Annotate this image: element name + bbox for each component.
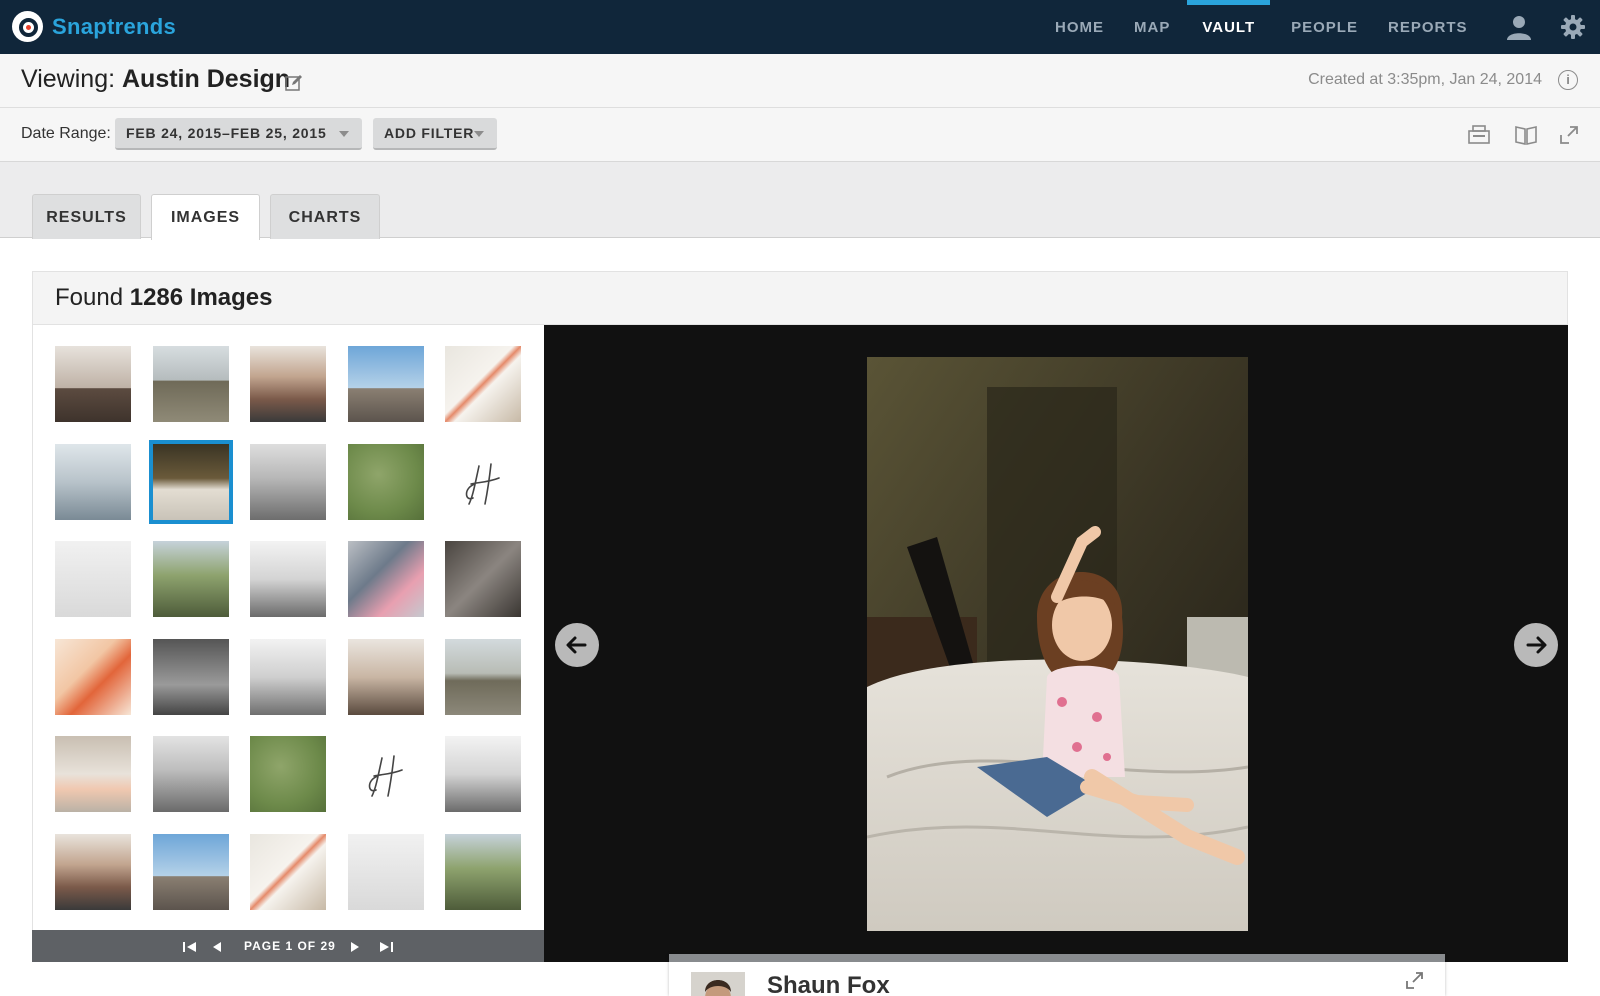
app-logo[interactable]: Snaptrends bbox=[12, 11, 176, 42]
expand-icon[interactable] bbox=[1559, 125, 1579, 150]
thumbnail[interactable] bbox=[152, 736, 229, 812]
thumbnail[interactable] bbox=[55, 541, 131, 617]
thumbnail[interactable] bbox=[250, 833, 326, 910]
thumbnail[interactable] bbox=[445, 346, 521, 422]
found-prefix: Found bbox=[55, 284, 124, 311]
tab-images[interactable]: IMAGES bbox=[151, 194, 260, 240]
previous-page-icon[interactable] bbox=[212, 940, 222, 958]
add-filter-button[interactable]: ADD FILTER bbox=[373, 118, 497, 150]
results-header: Found 1286 Images bbox=[32, 271, 1568, 325]
filter-bar: Date Range: FEB 24, 2015–FEB 25, 2015 AD… bbox=[0, 108, 1600, 162]
thumbnail[interactable] bbox=[250, 541, 326, 617]
next-image-button[interactable] bbox=[1514, 623, 1558, 667]
selected-photo[interactable] bbox=[867, 357, 1248, 931]
viewing-bar: Viewing: Austin Design Created at 3:35pm… bbox=[0, 54, 1600, 108]
thumbnail[interactable] bbox=[445, 833, 521, 910]
thumbnail[interactable] bbox=[445, 541, 521, 617]
user-card: Shaun Fox bbox=[669, 954, 1445, 996]
previous-image-button[interactable] bbox=[555, 623, 599, 667]
next-page-icon[interactable] bbox=[350, 940, 360, 958]
expand-icon[interactable] bbox=[1405, 972, 1425, 995]
date-range-select[interactable]: FEB 24, 2015–FEB 25, 2015 bbox=[115, 118, 362, 150]
chevron-down-icon bbox=[474, 131, 484, 137]
add-filter-label: ADD FILTER bbox=[384, 125, 475, 141]
nav-item-home[interactable]: HOME bbox=[1040, 0, 1119, 54]
thumbnail[interactable] bbox=[250, 638, 326, 715]
vault-name: Austin Design bbox=[122, 65, 291, 93]
tab-results[interactable]: RESULTS bbox=[32, 194, 141, 239]
thumbnail[interactable] bbox=[347, 541, 424, 617]
last-page-icon[interactable] bbox=[378, 940, 394, 958]
avatar[interactable] bbox=[691, 972, 745, 996]
thumbnail[interactable] bbox=[55, 638, 131, 715]
nav-item-reports[interactable]: REPORTS bbox=[1373, 0, 1483, 54]
date-range-value: FEB 24, 2015–FEB 25, 2015 bbox=[126, 125, 327, 141]
thumbnail[interactable] bbox=[55, 443, 131, 520]
nav-item-people[interactable]: PEOPLE bbox=[1276, 0, 1373, 54]
pagination-bar: PAGE 1 OF 29 bbox=[32, 930, 544, 962]
viewing-prefix: Viewing: bbox=[21, 65, 116, 93]
thumbnail[interactable] bbox=[152, 541, 229, 617]
thumbnail[interactable] bbox=[152, 346, 229, 422]
thumbnail[interactable] bbox=[55, 736, 131, 812]
thumbnail[interactable] bbox=[347, 443, 424, 520]
thumbnail[interactable] bbox=[152, 833, 229, 910]
thumbnail[interactable] bbox=[250, 346, 326, 422]
page-indicator: PAGE 1 OF 29 bbox=[244, 939, 336, 953]
edit-icon[interactable] bbox=[285, 74, 303, 97]
book-icon[interactable] bbox=[1515, 125, 1537, 150]
top-navigation-bar: Snaptrends HOME MAP VAULT PEOPLE REPORTS bbox=[0, 0, 1600, 54]
thumbnail[interactable] bbox=[445, 443, 521, 520]
thumbnail[interactable] bbox=[347, 736, 424, 812]
first-page-icon[interactable] bbox=[182, 940, 198, 958]
chevron-down-icon bbox=[339, 131, 349, 137]
thumbnail[interactable] bbox=[152, 638, 229, 715]
info-icon[interactable]: i bbox=[1558, 70, 1578, 90]
nav-item-vault[interactable]: VAULT bbox=[1187, 0, 1270, 54]
user-icon[interactable] bbox=[1506, 14, 1532, 45]
tab-band: RESULTS IMAGES CHARTS bbox=[0, 162, 1600, 240]
print-icon[interactable] bbox=[1468, 125, 1490, 150]
thumbnail[interactable] bbox=[445, 736, 521, 812]
thumbnail[interactable] bbox=[445, 638, 521, 715]
user-name[interactable]: Shaun Fox bbox=[767, 972, 890, 996]
tab-charts[interactable]: CHARTS bbox=[270, 194, 380, 239]
thumbnail[interactable] bbox=[55, 833, 131, 910]
image-viewer bbox=[544, 325, 1568, 962]
found-count: 1286 Images bbox=[129, 284, 273, 311]
nav-item-map[interactable]: MAP bbox=[1119, 0, 1185, 54]
gear-icon[interactable] bbox=[1561, 15, 1585, 44]
date-range-label: Date Range: bbox=[21, 125, 111, 142]
thumbnail[interactable] bbox=[250, 443, 326, 520]
created-timestamp: Created at 3:35pm, Jan 24, 2014 bbox=[1308, 71, 1542, 88]
thumbnail-grid bbox=[32, 325, 544, 930]
found-count-text: Found 1286 Images bbox=[55, 284, 273, 312]
thumbnail-selected[interactable] bbox=[148, 439, 233, 524]
thumbnail[interactable] bbox=[347, 638, 424, 715]
logo-mark-icon bbox=[12, 11, 43, 42]
images-panel: Found 1286 Images PAGE 1 OF 29 bbox=[32, 271, 1568, 996]
main-nav: HOME MAP VAULT PEOPLE REPORTS bbox=[1040, 0, 1483, 54]
app-name: Snaptrends bbox=[52, 13, 177, 39]
thumbnail[interactable] bbox=[55, 346, 131, 422]
thumbnail[interactable] bbox=[250, 736, 326, 812]
thumbnail[interactable] bbox=[347, 346, 424, 422]
page-title: Viewing: Austin Design bbox=[21, 65, 290, 94]
thumbnail[interactable] bbox=[347, 833, 424, 910]
